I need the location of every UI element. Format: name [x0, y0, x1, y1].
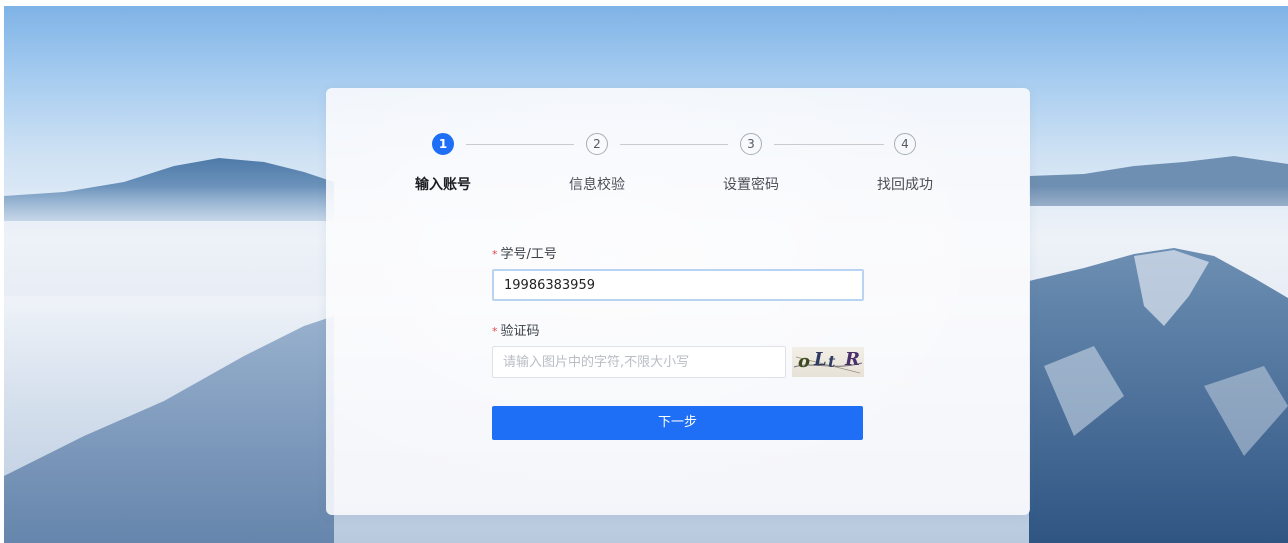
step-3-circle: 3 [740, 133, 762, 155]
page: 1 2 3 4 输入账号 信息校验 设置密码 找回成功 *学号/工号 *验证码 … [0, 0, 1288, 543]
captcha-image[interactable]: o L t R [792, 347, 864, 377]
captcha-field-label: * 验证码 [492, 320, 540, 339]
account-label-text: 学号/工号 [500, 247, 557, 262]
captcha-label-text: 验证码 [500, 324, 540, 339]
step-2-label: 信息校验 [569, 177, 625, 193]
step-connector-1 [466, 144, 574, 145]
account-input[interactable] [492, 269, 864, 301]
captcha-char-1: o [798, 351, 811, 372]
required-asterisk: * [492, 248, 498, 261]
step-1-circle: 1 [432, 133, 454, 155]
captcha-char-4: R [845, 349, 860, 370]
step-3-label: 设置密码 [723, 177, 779, 193]
captcha-char-3: t [828, 352, 836, 371]
captcha-input[interactable] [492, 346, 786, 378]
account-field-label: * 学号/工号 [492, 243, 557, 262]
password-recovery-card: 1 2 3 4 输入账号 信息校验 设置密码 找回成功 *学号/工号 *验证码 … [326, 88, 1030, 515]
step-2-circle: 2 [586, 133, 608, 155]
next-step-button[interactable]: 下一步 [492, 406, 863, 440]
step-connector-2 [620, 144, 728, 145]
step-connector-3 [774, 144, 884, 145]
step-4-circle: 4 [894, 133, 916, 155]
captcha-char-2: L [814, 349, 827, 370]
required-asterisk: * [492, 325, 498, 338]
step-1-label: 输入账号 [415, 177, 471, 193]
step-4-label: 找回成功 [877, 177, 933, 193]
